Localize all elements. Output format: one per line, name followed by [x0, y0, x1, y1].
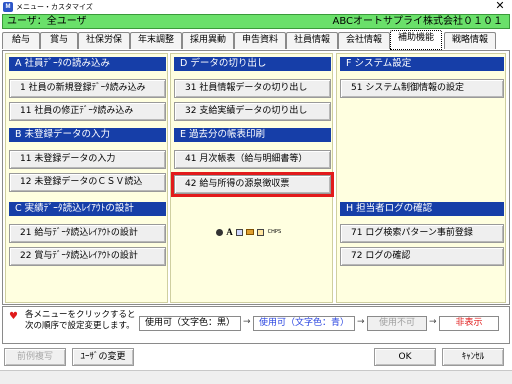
- tab-hojo-kino[interactable]: 補助機能: [390, 30, 442, 50]
- menu-item-31[interactable]: 31 社員情報データの切り出し: [174, 79, 331, 98]
- tab-kyuyo[interactable]: 給与: [2, 32, 40, 49]
- icon-toolbar: A CHPS: [216, 227, 282, 239]
- tab-saiyo-ido[interactable]: 採用異動: [182, 32, 234, 49]
- column-middle: D データの切り出し 31 社員情報データの切り出し 32 支給実績データの切り…: [170, 53, 334, 303]
- user-label: ユーザ：全ユーザ: [7, 16, 87, 27]
- column-right: F システム設定 51 システム制御情報の設定 H 担当者ログの確認 71 ログ…: [336, 53, 506, 303]
- change-user-button[interactable]: ﾕｰｻﾞの変更: [72, 348, 134, 366]
- caps-label: CHPS: [267, 229, 282, 235]
- pen-icon[interactable]: [246, 229, 255, 235]
- state-usable-black: 使用可（文字色：黒）: [139, 316, 241, 331]
- section-a-header: A 社員ﾃﾞｰﾀの読み込み: [9, 57, 166, 71]
- dictionary-icon[interactable]: [257, 228, 265, 236]
- section-e-header: E 過去分の帳表印刷: [174, 128, 331, 142]
- font-icon[interactable]: A: [226, 227, 233, 237]
- arrow-icon: →: [243, 317, 251, 327]
- section-b-header: B 未登録データの入力: [9, 128, 166, 142]
- section-c-header: C 実績ﾃﾞｰﾀ読込ﾚｲｱｳﾄの設計: [9, 202, 166, 216]
- menu-item-22[interactable]: 22 賞与ﾃﾞｰﾀ読込ﾚｲｱｳﾄの設計: [9, 247, 166, 266]
- status-bar: [0, 370, 512, 384]
- section-d-header: D データの切り出し: [174, 57, 331, 71]
- legend-box: ♥ 各メニューをクリックすると次の順序で設定変更します。 使用可（文字色：黒） …: [2, 306, 510, 344]
- company-name: ABCオートサプライ株式会社０１０１: [332, 16, 503, 27]
- tab-senryaku[interactable]: 戦略情報: [444, 32, 496, 49]
- menu-item-72[interactable]: 72 ログの確認: [340, 247, 504, 266]
- legend-text: 各メニューをクリックすると次の順序で設定変更します。: [25, 310, 136, 331]
- menu-item-32[interactable]: 32 支給実績データの切り出し: [174, 102, 331, 121]
- menu-item-11[interactable]: 11 未登録データの入力: [9, 150, 166, 169]
- menu-item-41[interactable]: 41 月次帳表（給与明細書等）: [174, 150, 331, 169]
- menu-item-42[interactable]: 42 給与所得の源泉徴収票: [171, 172, 334, 197]
- menu-item-1[interactable]: 1 社員の新規登録ﾃﾞｰﾀ読み込み: [9, 79, 166, 98]
- tab-shinkoku[interactable]: 申告資料: [234, 32, 286, 49]
- menu-item-11-modify[interactable]: 11 社員の修正ﾃﾞｰﾀ読み込み: [9, 102, 166, 121]
- title-bar: M メニュー・カスタマイズ ✕: [0, 0, 512, 14]
- tab-shoyo[interactable]: 賞与: [40, 32, 78, 49]
- menu-item-21[interactable]: 21 給与ﾃﾞｰﾀ読込ﾚｲｱｳﾄの設計: [9, 224, 166, 243]
- state-usable-blue: 使用可（文字色：青）: [253, 316, 355, 331]
- arrow-icon: →: [357, 317, 365, 327]
- menu-item-71[interactable]: 71 ログ検索パターン事前登録: [340, 224, 504, 243]
- tab-shain-joho[interactable]: 社員情報: [286, 32, 338, 49]
- menu-item-51[interactable]: 51 システム制御情報の設定: [340, 79, 504, 98]
- tab-kaisha-joho[interactable]: 会社情報: [338, 32, 390, 49]
- state-unusable: 使用不可: [367, 316, 427, 331]
- ime-mode-icon[interactable]: [216, 228, 223, 236]
- window-title: メニュー・カスタマイズ: [16, 3, 93, 11]
- arrow-icon: →: [429, 317, 437, 327]
- tab-nenmatsu[interactable]: 年末調整: [130, 32, 182, 49]
- cancel-button[interactable]: ｷｬﾝｾﾙ: [442, 348, 504, 366]
- menu-item-12[interactable]: 12 未登録データのＣＳＶ読込: [9, 173, 166, 192]
- user-bar: ユーザ：全ユーザ ABCオートサプライ株式会社０１０１: [2, 14, 510, 29]
- tab-shaho-roho[interactable]: 社保労保: [78, 32, 130, 49]
- copy-previous-button[interactable]: 前例複写: [4, 348, 66, 366]
- heart-icon: ♥: [9, 311, 18, 322]
- state-hidden: 非表示: [439, 316, 499, 331]
- input-mode-icon[interactable]: [235, 228, 243, 236]
- column-left: A 社員ﾃﾞｰﾀの読み込み 1 社員の新規登録ﾃﾞｰﾀ読み込み 11 社員の修正…: [5, 53, 168, 303]
- app-icon: M: [3, 2, 13, 12]
- section-f-header: F システム設定: [340, 57, 504, 71]
- close-icon[interactable]: ✕: [494, 0, 506, 12]
- ok-button[interactable]: OK: [374, 348, 436, 366]
- section-h-header: H 担当者ログの確認: [340, 202, 504, 216]
- tab-bar: 給与 賞与 社保労保 年末調整 採用異動 申告資料 社員情報 会社情報 補助機能…: [2, 30, 510, 50]
